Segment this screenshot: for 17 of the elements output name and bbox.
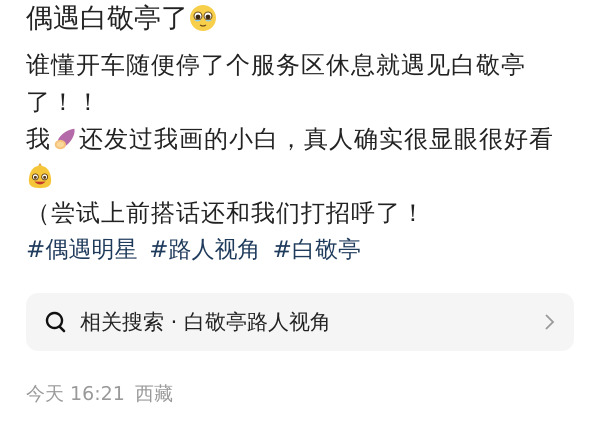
- body-text: 了！！: [26, 86, 101, 118]
- post-time: 今天 16:21: [26, 382, 125, 407]
- hashtag-link[interactable]: #偶遇明星: [26, 234, 138, 265]
- body-text: 谁懂开车随便停了个服务区休息就遇见白敬亭: [26, 50, 526, 80]
- body-text: （尝试上前搭话还和我们打招呼了！: [26, 198, 426, 228]
- hashtag-link[interactable]: #白敬亭: [272, 234, 361, 265]
- related-search-card[interactable]: 相关搜索 · 白敬亭路人视角: [26, 293, 574, 351]
- search-icon: [44, 310, 68, 334]
- related-search-text: 相关搜索 · 白敬亭路人视角: [80, 309, 332, 336]
- post-location: 西藏: [134, 382, 173, 407]
- body-text: 还发过我画的小白，真人确实很显眼很好看: [79, 124, 554, 154]
- grinning-face-icon: [27, 162, 53, 188]
- hashtag-link[interactable]: #路人视角: [149, 234, 261, 265]
- post-title: 偶遇白敬亭了: [26, 2, 188, 36]
- teary-face-icon: [189, 4, 217, 32]
- body-text: 我: [26, 124, 51, 154]
- chevron-right-icon: [544, 312, 556, 332]
